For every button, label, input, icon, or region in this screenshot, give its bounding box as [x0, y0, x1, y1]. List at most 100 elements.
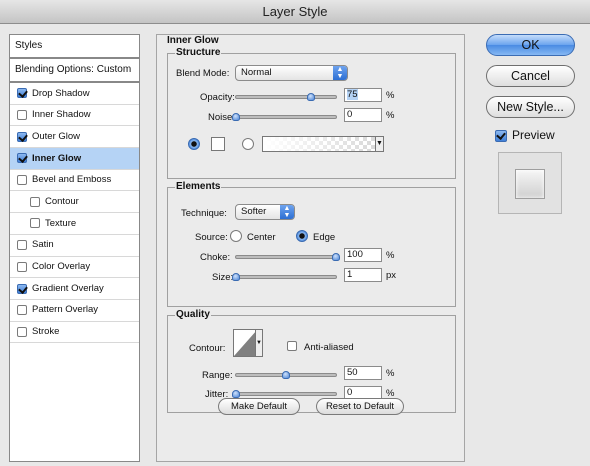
size-slider[interactable]: [232, 273, 337, 281]
size-slider-thumb[interactable]: [232, 273, 240, 281]
style-checkbox[interactable]: [17, 153, 27, 164]
style-item-satin[interactable]: Satin: [10, 235, 139, 257]
style-checkbox[interactable]: [17, 326, 27, 337]
choke-slider-thumb[interactable]: [332, 253, 340, 261]
style-checkbox[interactable]: [17, 305, 27, 316]
choke-slider[interactable]: [235, 253, 340, 261]
style-item-label: Drop Shadow: [32, 87, 90, 99]
glow-gradient-picker[interactable]: ▼: [262, 136, 384, 152]
style-item-pattern-overlay[interactable]: Pattern Overlay: [10, 300, 139, 322]
style-checkbox[interactable]: [17, 240, 27, 251]
contour-label: Contour:: [189, 343, 226, 354]
style-item-contour[interactable]: Contour: [10, 191, 139, 214]
styles-header[interactable]: Styles: [10, 35, 139, 59]
opacity-unit: %: [386, 90, 395, 101]
blending-options-item[interactable]: Blending Options: Custom: [10, 59, 139, 83]
size-input[interactable]: 1: [344, 268, 382, 282]
style-checkbox[interactable]: [17, 261, 27, 272]
blend-mode-select[interactable]: Normal ▲ ▼: [235, 65, 348, 81]
range-input[interactable]: 50: [344, 366, 382, 380]
range-label: Range:: [202, 370, 233, 381]
make-default-button[interactable]: Make Default: [218, 398, 300, 415]
style-item-label: Texture: [45, 217, 77, 229]
jitter-slider[interactable]: [232, 390, 337, 398]
jitter-slider-thumb[interactable]: [232, 390, 240, 398]
noise-input[interactable]: 0: [344, 108, 382, 122]
ok-button[interactable]: OK: [486, 34, 575, 56]
noise-label: Noise:: [208, 112, 235, 123]
source-center-radio[interactable]: [230, 230, 242, 242]
noise-slider-thumb[interactable]: [232, 113, 240, 121]
style-item-inner-shadow[interactable]: Inner Shadow: [10, 105, 139, 127]
opacity-slider-thumb[interactable]: [307, 93, 315, 101]
new-style-button[interactable]: New Style...: [486, 96, 575, 118]
style-item-texture[interactable]: Texture: [10, 213, 139, 235]
style-item-label: Bevel and Emboss: [32, 174, 112, 186]
style-checkbox[interactable]: [17, 131, 27, 142]
updown-arrow-icon: ▲ ▼: [280, 205, 294, 219]
preview-label: Preview: [512, 128, 555, 142]
style-item-label: Outer Glow: [32, 130, 81, 142]
style-item-outer-glow[interactable]: Outer Glow: [10, 126, 139, 149]
style-item-color-overlay[interactable]: Color Overlay: [10, 257, 139, 279]
style-item-label: Stroke: [32, 326, 60, 338]
glow-color-swatch[interactable]: [211, 137, 225, 151]
color-mode-radio[interactable]: [188, 138, 200, 150]
technique-select[interactable]: Softer ▲ ▼: [235, 204, 295, 220]
anti-aliased-label: Anti-aliased: [304, 342, 354, 353]
style-item-label: Inner Shadow: [32, 109, 91, 121]
reset-to-default-button[interactable]: Reset to Default: [316, 398, 404, 415]
updown-arrow-icon: ▲ ▼: [333, 66, 347, 80]
style-item-stroke[interactable]: Stroke: [10, 322, 139, 344]
noise-unit: %: [386, 110, 395, 121]
style-item-inner-glow[interactable]: Inner Glow: [10, 148, 139, 170]
elements-title: Elements: [175, 181, 222, 192]
dialog-body: Styles Blending Options: Custom Drop Sha…: [0, 24, 590, 466]
style-checkbox[interactable]: [17, 110, 27, 121]
style-checkbox[interactable]: [30, 218, 40, 229]
preview-checkbox[interactable]: [495, 130, 507, 142]
opacity-slider[interactable]: [235, 93, 337, 101]
structure-title: Structure: [175, 47, 222, 58]
contour-picker[interactable]: ▼: [233, 329, 263, 357]
noise-slider[interactable]: [232, 113, 337, 121]
choke-input[interactable]: 100: [344, 248, 382, 262]
style-checkbox[interactable]: [17, 175, 27, 186]
style-checkbox[interactable]: [30, 196, 40, 207]
style-item-label: Gradient Overlay: [32, 282, 104, 294]
style-item-gradient-overlay[interactable]: Gradient Overlay: [10, 278, 139, 300]
style-items: Drop Shadow Inner Shadow Outer Glow Inner G…: [10, 83, 139, 344]
cancel-button[interactable]: Cancel: [486, 65, 575, 87]
inner-glow-panel: Inner Glow Structure Blend Mode: Normal …: [156, 34, 465, 462]
opacity-label: Opacity:: [200, 92, 235, 103]
source-label: Source:: [195, 232, 228, 243]
source-center-label: Center: [247, 232, 276, 243]
gradient-mode-radio[interactable]: [242, 138, 254, 150]
contour-curve-icon: [234, 330, 257, 356]
elements-group: Elements Technique: Softer ▲ ▼ Source: Ce…: [167, 181, 456, 307]
quality-group: Quality Contour: ▼ Anti-aliased Range: 5…: [167, 309, 456, 413]
style-checkbox[interactable]: [17, 283, 27, 294]
style-item-bevel-and-emboss[interactable]: Bevel and Emboss: [10, 170, 139, 192]
opacity-input[interactable]: 75: [344, 88, 382, 102]
anti-aliased-checkbox[interactable]: [287, 341, 297, 351]
preview-swatch: [515, 169, 545, 199]
range-slider-thumb[interactable]: [282, 371, 290, 379]
range-slider[interactable]: [235, 371, 337, 379]
panel-title: Inner Glow: [167, 35, 219, 46]
styles-list: Styles Blending Options: Custom Drop Sha…: [9, 34, 140, 462]
quality-title: Quality: [175, 309, 211, 320]
source-edge-radio[interactable]: [296, 230, 308, 242]
range-unit: %: [386, 368, 395, 379]
size-unit: px: [386, 270, 397, 281]
blend-mode-value: Normal: [241, 67, 272, 78]
style-item-drop-shadow[interactable]: Drop Shadow: [10, 83, 139, 105]
size-label: Size:: [212, 272, 234, 283]
technique-label: Technique:: [181, 208, 227, 219]
technique-value: Softer: [241, 206, 267, 217]
style-item-label: Satin: [32, 239, 54, 251]
dropdown-arrow-icon: ▼: [255, 330, 262, 356]
blend-mode-label: Blend Mode:: [176, 68, 230, 79]
style-checkbox[interactable]: [17, 88, 27, 99]
choke-label: Choke:: [200, 252, 231, 263]
